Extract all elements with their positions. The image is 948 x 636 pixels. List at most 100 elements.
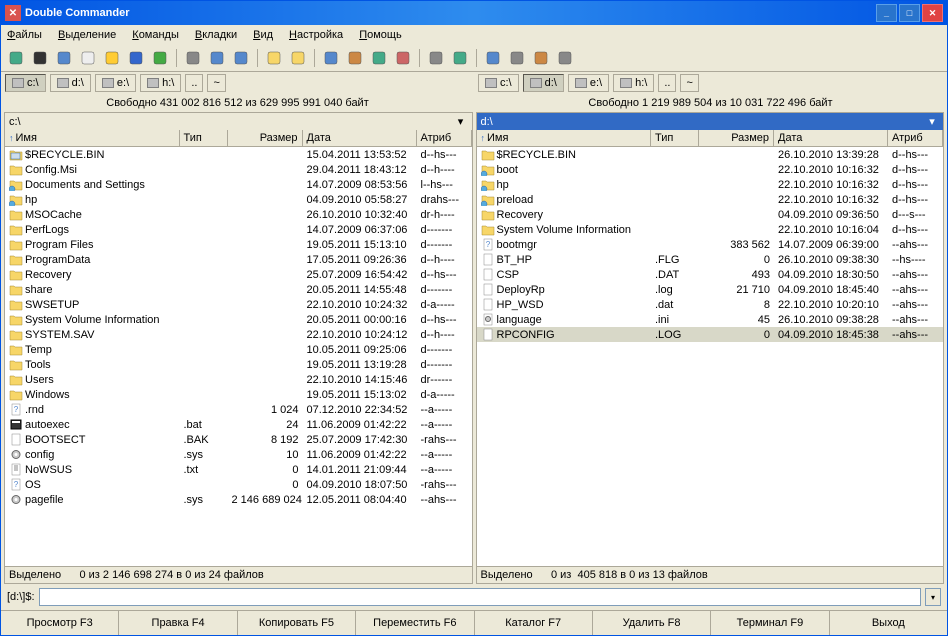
same-icon[interactable] bbox=[230, 47, 252, 69]
menu-файлы[interactable]: Файлы bbox=[5, 27, 44, 43]
file-row[interactable]: NoWSUS.txt014.01.2011 21:09:44--a----- bbox=[5, 462, 472, 477]
file-row[interactable]: PerfLogs14.07.2009 06:37:06d------- bbox=[5, 222, 472, 237]
file-row[interactable]: pagefile.sys2 146 689 02412.05.2011 08:0… bbox=[5, 492, 472, 507]
column-name[interactable]: ↑Имя bbox=[5, 130, 180, 146]
edit-icon[interactable] bbox=[344, 47, 366, 69]
menu-настройка[interactable]: Настройка bbox=[287, 27, 345, 43]
sync-icon[interactable] bbox=[482, 47, 504, 69]
column-size[interactable]: Размер bbox=[699, 130, 774, 146]
file-row[interactable]: Recovery04.09.2010 09:36:50d---s--- bbox=[477, 207, 944, 222]
globe-green-icon[interactable] bbox=[149, 47, 171, 69]
process-icon[interactable] bbox=[530, 47, 552, 69]
file-row[interactable]: ProgramData17.05.2011 09:26:36d--h---- bbox=[5, 252, 472, 267]
drive-extra-parent[interactable]: .. bbox=[185, 74, 203, 92]
file-row[interactable]: BT_HP.FLG026.10.2010 09:38:30--hs---- bbox=[477, 252, 944, 267]
file-row[interactable]: CSP.DAT49304.09.2010 18:30:50--ahs--- bbox=[477, 267, 944, 282]
file-row[interactable]: hp22.10.2010 10:16:32d--hs--- bbox=[477, 177, 944, 192]
file-row[interactable]: Program Files19.05.2011 15:13:10d------- bbox=[5, 237, 472, 252]
file-row[interactable]: Tools19.05.2011 13:19:28d------- bbox=[5, 357, 472, 372]
column-attr[interactable]: Атриб bbox=[417, 130, 472, 146]
path-dropdown-right[interactable]: ▾ bbox=[925, 115, 939, 128]
file-row[interactable]: ?OS004.09.2010 18:07:50-rahs--- bbox=[5, 477, 472, 492]
buttons-icon[interactable] bbox=[506, 47, 528, 69]
drive-extra-home[interactable]: ~ bbox=[680, 74, 698, 92]
menu-вид[interactable]: Вид bbox=[251, 27, 275, 43]
copy-icon[interactable] bbox=[368, 47, 390, 69]
file-row[interactable]: HP_WSD.dat822.10.2010 10:20:10--ahs--- bbox=[477, 297, 944, 312]
drive-c[interactable]: c:\ bbox=[478, 74, 519, 92]
terminal-icon[interactable] bbox=[29, 47, 51, 69]
file-row[interactable]: SWSETUP22.10.2010 10:24:32d-a----- bbox=[5, 297, 472, 312]
drive-h[interactable]: h:\ bbox=[613, 74, 654, 92]
drive-d[interactable]: d:\ bbox=[523, 74, 564, 92]
drive-e[interactable]: e:\ bbox=[568, 74, 609, 92]
file-list-right[interactable]: $RECYCLE.BIN26.10.2010 13:39:28d--hs---b… bbox=[477, 147, 944, 566]
func-правка[interactable]: Правка F4 bbox=[119, 611, 237, 635]
plus-minus-icon[interactable] bbox=[53, 47, 75, 69]
command-history-dropdown[interactable]: ▾ bbox=[925, 588, 941, 606]
file-row[interactable]: ?bootmgr383 56214.07.2009 06:39:00--ahs-… bbox=[477, 237, 944, 252]
close-button[interactable]: ✕ bbox=[922, 4, 943, 22]
file-row[interactable]: preload22.10.2010 10:16:32d--hs--- bbox=[477, 192, 944, 207]
minimize-button[interactable]: _ bbox=[876, 4, 897, 22]
file-row[interactable]: Users22.10.2010 14:15:46dr------ bbox=[5, 372, 472, 387]
menu-выделение[interactable]: Выделение bbox=[56, 27, 118, 43]
file-row[interactable]: boot22.10.2010 10:16:32d--hs--- bbox=[477, 162, 944, 177]
file-icon[interactable] bbox=[77, 47, 99, 69]
titlebar[interactable]: ✕ Double Commander _ □ ✕ bbox=[1, 1, 947, 25]
drive-extra-parent[interactable]: .. bbox=[658, 74, 676, 92]
file-row[interactable]: $RECYCLE.BIN15.04.2011 13:53:52d--hs--- bbox=[5, 147, 472, 162]
func-терминал[interactable]: Терминал F9 bbox=[711, 611, 829, 635]
file-row[interactable]: Temp10.05.2011 09:25:06d------- bbox=[5, 342, 472, 357]
column-attr[interactable]: Атриб bbox=[888, 130, 943, 146]
drive-e[interactable]: e:\ bbox=[95, 74, 136, 92]
column-name[interactable]: ↑Имя bbox=[477, 130, 652, 146]
file-row[interactable]: RPCONFIG.LOG004.09.2010 18:45:38--ahs--- bbox=[477, 327, 944, 342]
diff-icon[interactable] bbox=[425, 47, 447, 69]
menu-помощь[interactable]: Помощь bbox=[357, 27, 404, 43]
drive-h[interactable]: h:\ bbox=[140, 74, 181, 92]
move-icon[interactable] bbox=[392, 47, 414, 69]
file-row[interactable]: Windows19.05.2011 15:13:02d-a----- bbox=[5, 387, 472, 402]
star-icon[interactable] bbox=[101, 47, 123, 69]
column-date[interactable]: Дата bbox=[774, 130, 888, 146]
file-row[interactable]: Documents and Settings14.07.2009 08:53:5… bbox=[5, 177, 472, 192]
swap-icon[interactable] bbox=[206, 47, 228, 69]
func-каталог[interactable]: Каталог F7 bbox=[475, 611, 593, 635]
file-row[interactable]: $RECYCLE.BIN26.10.2010 13:39:28d--hs--- bbox=[477, 147, 944, 162]
arrow-icon[interactable] bbox=[449, 47, 471, 69]
file-row[interactable]: MSOCache26.10.2010 10:32:40dr-h---- bbox=[5, 207, 472, 222]
globe-blue-icon[interactable] bbox=[125, 47, 147, 69]
file-row[interactable]: ?.rnd1 02407.12.2010 22:34:52--a----- bbox=[5, 402, 472, 417]
column-size[interactable]: Размер bbox=[228, 130, 303, 146]
tree-icon[interactable] bbox=[182, 47, 204, 69]
file-list-left[interactable]: $RECYCLE.BIN15.04.2011 13:53:52d--hs---C… bbox=[5, 147, 472, 566]
refresh-icon[interactable] bbox=[5, 47, 27, 69]
folders-icon[interactable] bbox=[263, 47, 285, 69]
drive-extra-home[interactable]: ~ bbox=[207, 74, 225, 92]
file-row[interactable]: share20.05.2011 14:55:48d------- bbox=[5, 282, 472, 297]
file-row[interactable]: DeployRp.log21 71004.09.2010 18:45:40--a… bbox=[477, 282, 944, 297]
func-удалить[interactable]: Удалить F8 bbox=[593, 611, 711, 635]
func-просмотр[interactable]: Просмотр F3 bbox=[1, 611, 119, 635]
file-row[interactable]: System Volume Information22.10.2010 10:1… bbox=[477, 222, 944, 237]
settings-icon[interactable] bbox=[554, 47, 576, 69]
compare-icon[interactable] bbox=[287, 47, 309, 69]
func-переместить[interactable]: Переместить F6 bbox=[356, 611, 474, 635]
column-date[interactable]: Дата bbox=[303, 130, 417, 146]
drive-d[interactable]: d:\ bbox=[50, 74, 91, 92]
path-dropdown-left[interactable]: ▾ bbox=[454, 115, 468, 128]
file-row[interactable]: SYSTEM.SAV22.10.2010 10:24:12d--h---- bbox=[5, 327, 472, 342]
file-row[interactable]: System Volume Information20.05.2011 00:0… bbox=[5, 312, 472, 327]
file-row[interactable]: Config.Msi29.04.2011 18:43:12d--h---- bbox=[5, 162, 472, 177]
path-bar-left[interactable]: c:\ ▾ bbox=[5, 113, 472, 130]
command-input[interactable] bbox=[39, 588, 921, 606]
file-row[interactable]: hp04.09.2010 05:58:27drahs--- bbox=[5, 192, 472, 207]
maximize-button[interactable]: □ bbox=[899, 4, 920, 22]
menu-команды[interactable]: Команды bbox=[130, 27, 181, 43]
file-row[interactable]: config.sys1011.06.2009 01:42:22--a----- bbox=[5, 447, 472, 462]
path-bar-right[interactable]: d:\ ▾ bbox=[477, 113, 944, 130]
file-row[interactable]: BOOTSECT.BAK8 19225.07.2009 17:42:30-rah… bbox=[5, 432, 472, 447]
view-icon[interactable] bbox=[320, 47, 342, 69]
file-row[interactable]: autoexec.bat2411.06.2009 01:42:22--a----… bbox=[5, 417, 472, 432]
